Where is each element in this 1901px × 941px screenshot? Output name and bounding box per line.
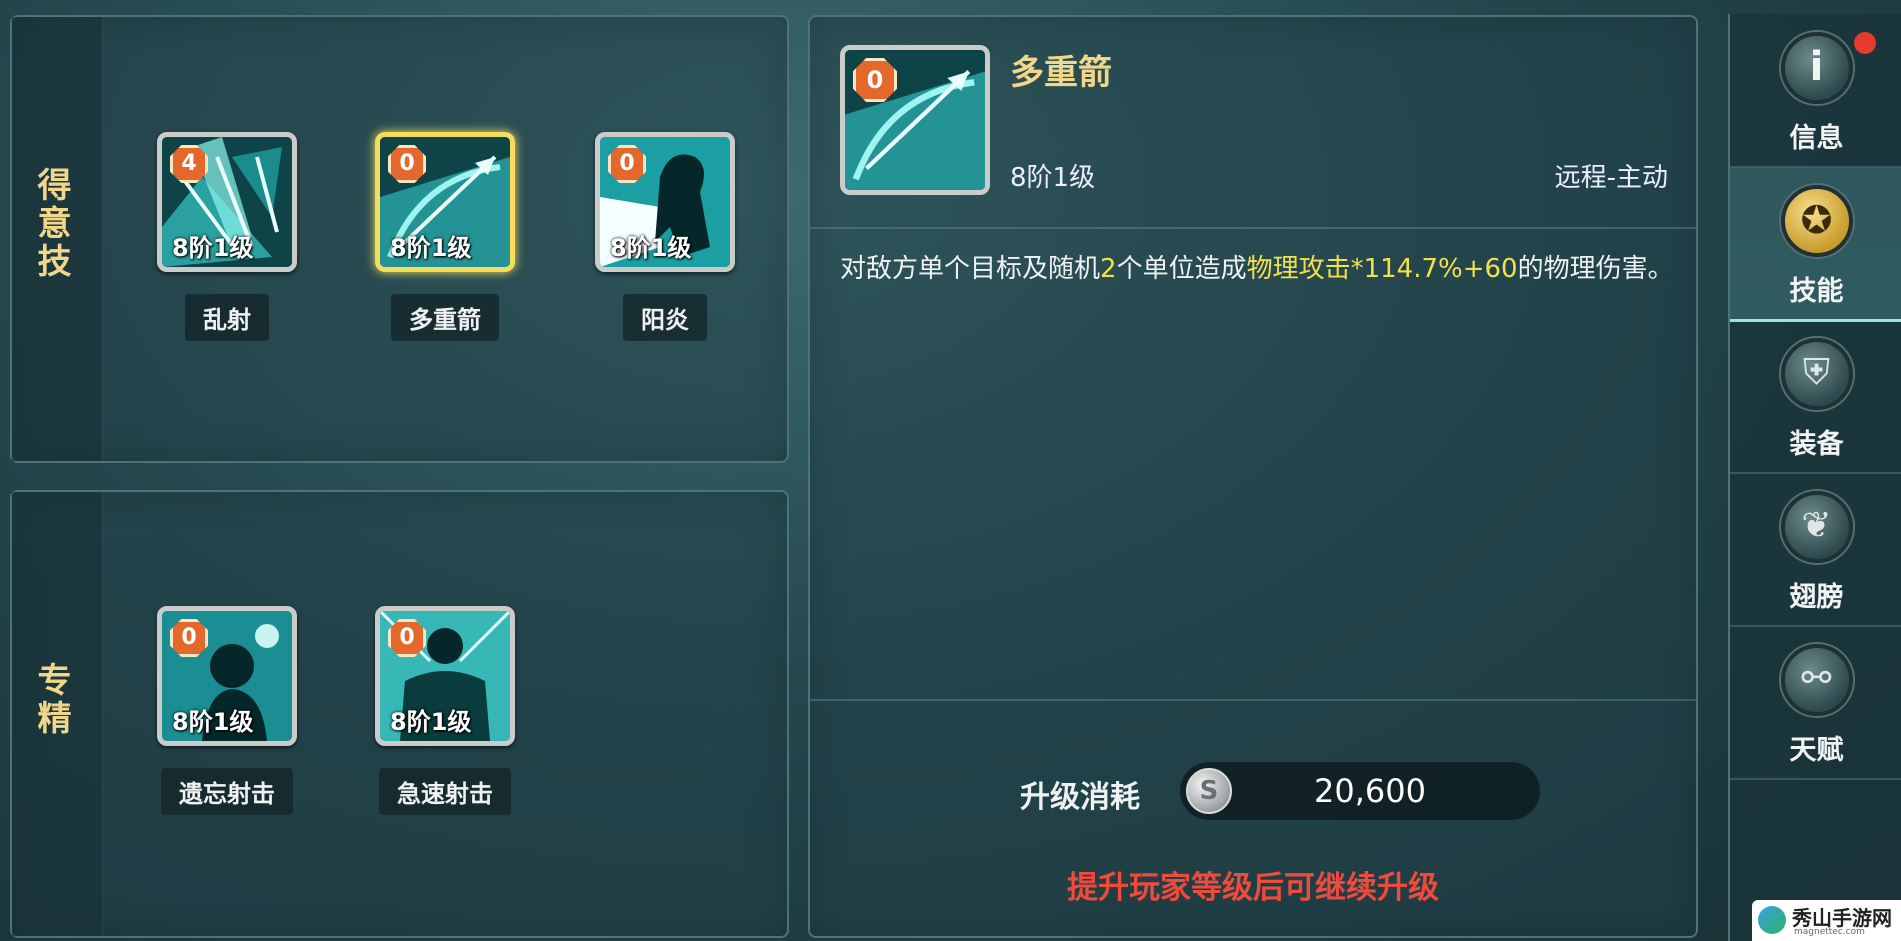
divider-top (810, 227, 1696, 229)
nav-item-talent[interactable]: ⚯ 天赋 (1730, 626, 1901, 780)
divider-bottom (810, 699, 1696, 701)
detail-skill-type: 远程-主动 (1554, 163, 1668, 193)
skill-description: 对敌方单个目标及随机2个单位造成物理攻击*114.7%+60的物理伤害。 (840, 254, 1674, 284)
skill-icon-frame: 0 8阶1级 (375, 606, 515, 746)
skill-level: 8阶1级 (172, 234, 254, 262)
skill-slot-yangyan[interactable]: 0 8阶1级 阳炎 (590, 132, 740, 341)
info-icon: i (1780, 32, 1853, 104)
wing-icon: ❦ (1780, 491, 1853, 563)
skill-badge: 0 (608, 145, 646, 183)
skill-icon-frame: 4 8阶1级 (157, 132, 297, 272)
nav-item-equipment[interactable]: ⛨ 装备 (1730, 320, 1901, 474)
watermark-mountain-icon (1758, 906, 1786, 934)
watermark-url: magnettec.com (1794, 927, 1865, 937)
nav-label: 翅膀 (1789, 582, 1844, 613)
skill-slot-yiwangsheji[interactable]: 0 8阶1级 遗忘射击 (152, 606, 302, 815)
favorite-skills-panel: 得意技 4 8阶1级 乱射 0 8阶1级 多重箭 0 8阶1级 阳炎 (10, 15, 789, 463)
nav-label: 装备 (1789, 429, 1844, 460)
skill-badge: 0 (388, 619, 426, 657)
skill-badge: 0 (388, 145, 426, 183)
upgrade-warning: 提升玩家等级后可继续升级 (1067, 870, 1439, 906)
skill-name: 遗忘射击 (161, 768, 293, 815)
nav-label: 信息 (1789, 123, 1844, 154)
skill-slot-luanshe[interactable]: 4 8阶1级 乱射 (152, 132, 302, 341)
nav-item-info[interactable]: i 信息 (1730, 14, 1901, 168)
skill-level: 8阶1级 (172, 708, 254, 736)
skill-slot-jisusheji[interactable]: 0 8阶1级 急速射击 (370, 606, 520, 815)
detail-skill-name: 多重箭 (1010, 53, 1112, 93)
specialty-skills-panel: 专精 0 8阶1级 遗忘射击 0 8阶1级 急速射击 (10, 490, 789, 938)
skill-level: 8阶1级 (610, 234, 692, 262)
favorite-section-label: 得意技 (31, 167, 71, 281)
skill-name: 急速射击 (379, 768, 511, 815)
nav-item-skill[interactable]: ✪ 技能 (1730, 167, 1901, 322)
upgrade-cost-box: S 20,600 (1180, 762, 1540, 820)
detail-skill-icon: 0 (840, 45, 990, 195)
side-nav: i 信息 ✪ 技能 ⛨ 装备 ❦ 翅膀 ⚯ 天赋 (1728, 14, 1901, 941)
nav-item-wings[interactable]: ❦ 翅膀 (1730, 473, 1901, 627)
skill-detail-panel: 0 多重箭 8阶1级 远程-主动 对敌方单个目标及随机2个单位造成物理攻击*11… (808, 15, 1698, 938)
skill-level: 8阶1级 (390, 234, 472, 262)
skill-level: 8阶1级 (390, 708, 472, 736)
watermark-logo: 秀山手游网 magnettec.com (1752, 900, 1901, 941)
specialty-section-label: 专精 (31, 662, 71, 738)
skill-icon-frame-selected: 0 8阶1级 (375, 132, 515, 272)
nav-label: 技能 (1789, 276, 1844, 307)
armor-icon: ⛨ (1780, 338, 1853, 410)
silver-coin-icon: S (1186, 768, 1232, 814)
upgrade-cost-label: 升级消耗 (1020, 780, 1140, 815)
skill-icon: ✪ (1780, 185, 1853, 257)
skill-slot-duozhongjian[interactable]: 0 8阶1级 多重箭 (370, 132, 520, 341)
notification-dot (1854, 32, 1876, 54)
skill-name: 阳炎 (623, 294, 707, 341)
skill-icon-frame: 0 8阶1级 (157, 606, 297, 746)
upgrade-cost-value: 20,600 (1314, 772, 1426, 810)
skill-badge: 0 (170, 619, 208, 657)
share-icon: ⚯ (1780, 644, 1853, 716)
skill-name: 多重箭 (391, 294, 499, 341)
skill-name: 乱射 (185, 294, 269, 341)
nav-label: 天赋 (1789, 735, 1844, 766)
skill-icon-frame: 0 8阶1级 (595, 132, 735, 272)
detail-skill-level: 8阶1级 (1010, 163, 1096, 193)
